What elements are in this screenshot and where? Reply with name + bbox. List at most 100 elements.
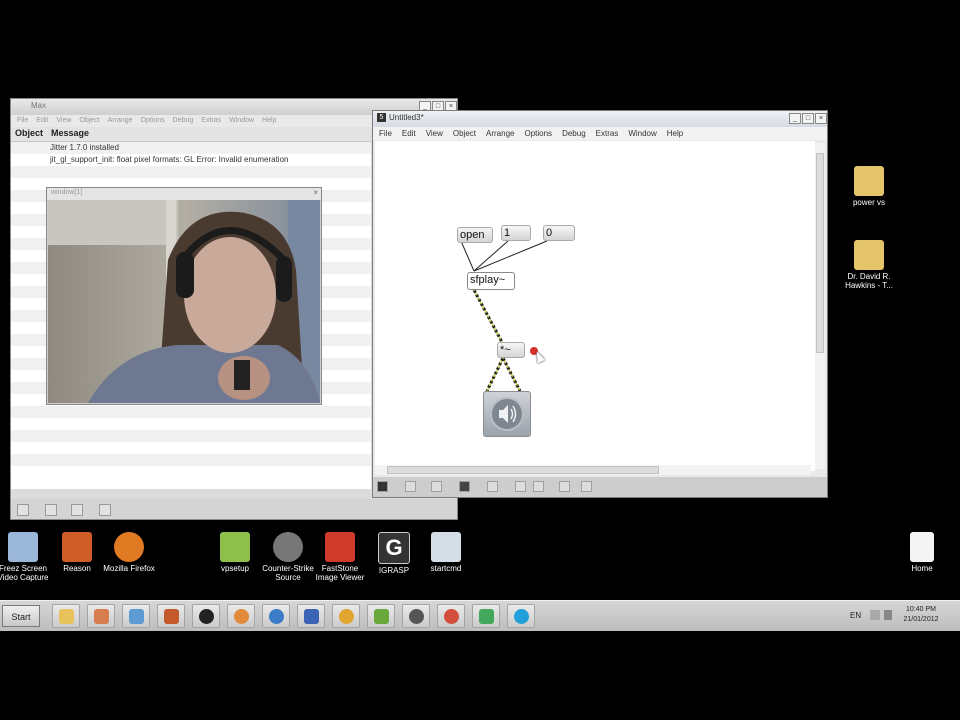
chat-icon — [479, 609, 494, 624]
menu-file[interactable]: File — [379, 127, 392, 140]
multiply-signal-object[interactable]: *~ — [497, 342, 525, 358]
patcher-horizontal-scrollbar[interactable] — [375, 465, 811, 475]
menu-window[interactable]: Window — [628, 127, 656, 140]
desktop-icon-power-vs[interactable]: power vs — [834, 166, 904, 207]
menu-view[interactable]: View — [56, 115, 71, 127]
start-label: Start — [11, 612, 31, 622]
menu-view[interactable]: View — [426, 127, 443, 140]
menu-edit[interactable]: Edit — [402, 127, 416, 140]
taskbar-paint-button[interactable] — [87, 604, 115, 628]
patcher-title: Untitled3* — [389, 113, 424, 122]
close-icon[interactable]: × — [815, 113, 827, 124]
desktop-icon-firefox[interactable]: Mozilla Firefox — [94, 532, 164, 573]
taskbar-network-button[interactable] — [122, 604, 150, 628]
desktop-icon-home[interactable]: Home — [887, 532, 957, 573]
media-icon — [269, 609, 284, 624]
menu-extras[interactable]: Extras — [201, 115, 221, 127]
copy-icon[interactable] — [71, 504, 83, 516]
patcher-canvas[interactable]: open 1 0 sfplay~ *~ — [375, 141, 815, 471]
menu-object[interactable]: Object — [79, 115, 99, 127]
floppy-icon — [304, 609, 319, 624]
max-icon — [199, 609, 214, 624]
patch-cord[interactable] — [473, 240, 509, 272]
patch-cords — [460, 240, 548, 392]
webcam-video-feed — [48, 200, 320, 403]
tray-volume-icon[interactable] — [884, 610, 892, 620]
taskbar-floppy-button[interactable] — [297, 604, 325, 628]
tray-network-icon[interactable] — [870, 610, 880, 620]
menu-help[interactable]: Help — [667, 127, 683, 140]
menu-debug[interactable]: Debug — [173, 115, 194, 127]
taskbar-player-button[interactable] — [402, 604, 430, 628]
presentation-icon[interactable] — [405, 481, 416, 492]
console-row[interactable]: jit_gl_support_init: float pixel formats… — [11, 154, 371, 166]
menu-arrange[interactable]: Arrange — [486, 127, 514, 140]
menu-file[interactable]: File — [17, 115, 28, 127]
patcher-bottom-toolbar — [373, 477, 827, 497]
jitter-video-window[interactable]: window[1] × — [46, 187, 322, 405]
desktop-icon-startcmd[interactable]: startcmd — [411, 532, 481, 573]
taskbar-max-button[interactable] — [192, 604, 220, 628]
console-column-headers: Object Message — [11, 127, 371, 142]
language-indicator[interactable]: EN — [850, 611, 861, 620]
grid-icon[interactable] — [431, 481, 442, 492]
taskbar-folder-button[interactable] — [52, 604, 80, 628]
menu-options[interactable]: Options — [524, 127, 552, 140]
column-header-object[interactable]: Object — [15, 128, 43, 138]
taskbar: Start EN 10:40 PM 21/01/2012 — [0, 600, 960, 631]
new-message-icon[interactable] — [487, 481, 498, 492]
speaker-icon — [490, 397, 524, 431]
menu-debug[interactable]: Debug — [562, 127, 586, 140]
taskbar-chart-button[interactable] — [367, 604, 395, 628]
vertical-scroll-thumb[interactable] — [816, 153, 824, 353]
start-button[interactable]: Start — [2, 605, 40, 627]
camera-icon — [8, 532, 38, 562]
taskbar-media-button[interactable] — [262, 604, 290, 628]
taskbar-skype-button[interactable] — [507, 604, 535, 628]
column-header-message[interactable]: Message — [51, 128, 89, 138]
one-message-box[interactable]: 1 — [501, 225, 531, 241]
video-window-titlebar[interactable]: window[1] × — [47, 188, 321, 200]
patcher-titlebar[interactable]: 5 Untitled3* _ □ × — [373, 111, 827, 127]
menu-extras[interactable]: Extras — [596, 127, 619, 140]
zero-message-box[interactable]: 0 — [543, 225, 575, 241]
patch-cord[interactable] — [460, 240, 475, 272]
taskbar-headphones-button[interactable] — [332, 604, 360, 628]
skype-icon — [514, 609, 529, 624]
horizontal-scroll-thumb[interactable] — [387, 466, 659, 474]
system-clock[interactable]: 10:40 PM 21/01/2012 — [896, 605, 946, 625]
clear-icon[interactable] — [17, 504, 29, 516]
menu-window[interactable]: Window — [229, 115, 254, 127]
filter-icon[interactable] — [45, 504, 57, 516]
patcher-vertical-scrollbar[interactable] — [815, 143, 825, 469]
patcher-window[interactable]: 5 Untitled3* _ □ × File Edit View Object… — [372, 110, 828, 498]
comment-icon[interactable] — [515, 481, 526, 492]
audio-icon[interactable] — [581, 481, 592, 492]
taskbar-reason-button[interactable] — [157, 604, 185, 628]
console-row[interactable]: Jitter 1.7.0 installed — [11, 142, 371, 154]
webcam-person-image — [48, 200, 320, 403]
menu-object[interactable]: Object — [453, 127, 476, 140]
print-icon[interactable] — [99, 504, 111, 516]
patch-cord[interactable] — [473, 240, 548, 272]
open-message-box[interactable]: open — [457, 227, 493, 243]
menu-arrange[interactable]: Arrange — [108, 115, 133, 127]
taskbar-chat-button[interactable] — [472, 604, 500, 628]
inspector-icon[interactable] — [533, 481, 544, 492]
taskbar-settings-button[interactable] — [227, 604, 255, 628]
maximize-icon[interactable]: □ — [802, 113, 814, 124]
sfplay-object[interactable]: sfplay~ — [467, 272, 515, 290]
desktop-icon-hawkins[interactable]: Dr. David R. Hawkins - T... — [834, 240, 904, 290]
headphones-icon — [339, 609, 354, 624]
close-icon[interactable]: × — [313, 188, 318, 197]
palette-icon[interactable] — [559, 481, 570, 492]
menu-help[interactable]: Help — [262, 115, 276, 127]
ezdac-speaker-button[interactable] — [483, 391, 531, 437]
counter-strike-icon — [273, 532, 303, 562]
taskbar-chrome-button[interactable] — [437, 604, 465, 628]
lock-icon[interactable] — [377, 481, 388, 492]
new-object-icon[interactable] — [459, 481, 470, 492]
menu-options[interactable]: Options — [141, 115, 165, 127]
minimize-icon[interactable]: _ — [789, 113, 801, 124]
menu-edit[interactable]: Edit — [36, 115, 48, 127]
